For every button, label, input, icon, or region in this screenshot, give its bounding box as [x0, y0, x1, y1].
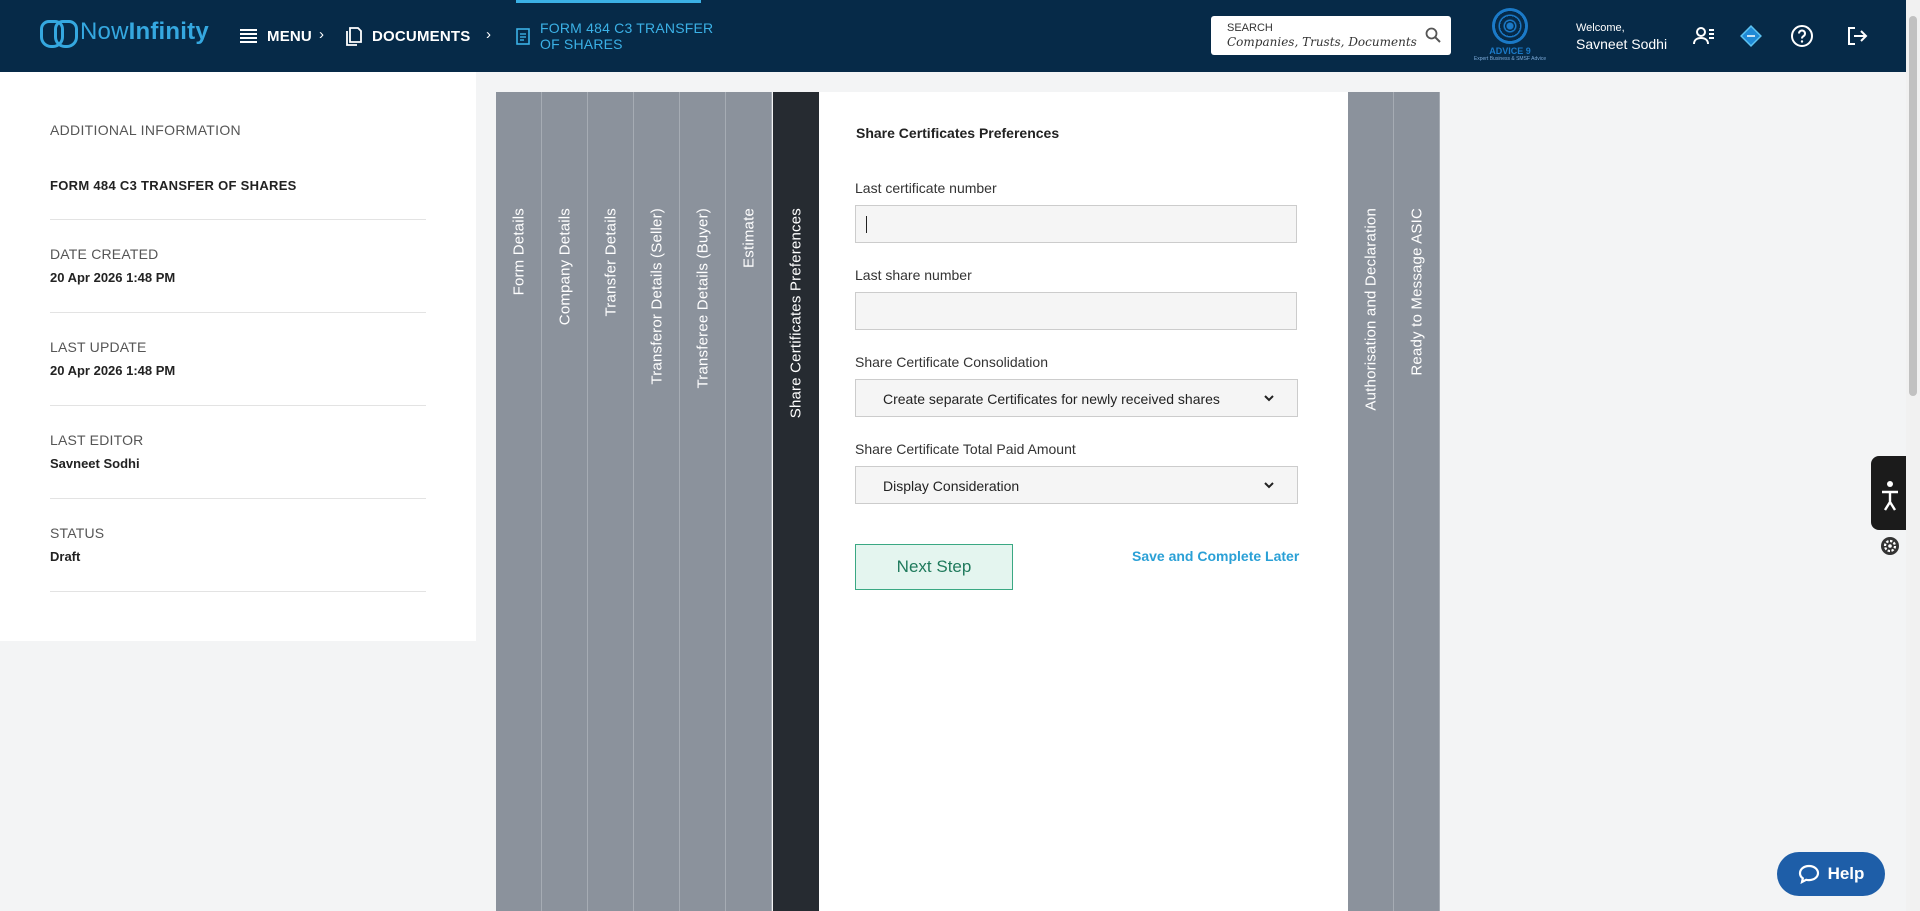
breadcrumb-current-form[interactable]: FORM 484 C3 TRANSFER OF SHARES: [516, 0, 713, 72]
info-value: Savneet Sodhi: [50, 456, 140, 471]
consolidation-select[interactable]: Create separate Certificates for newly r…: [855, 379, 1298, 417]
menu-button[interactable]: MENU: [240, 0, 312, 72]
info-label: DATE CREATED: [50, 246, 159, 262]
info-status: STATUS Draft: [50, 498, 426, 564]
search-icon[interactable]: [1425, 27, 1441, 43]
step-tab-company-details[interactable]: Company Details: [542, 92, 588, 911]
share-certificates-form: Share Certificates Preferences Last cert…: [819, 92, 1348, 911]
consolidation-selected: Create separate Certificates for newly r…: [883, 391, 1220, 407]
breadcrumb-documents[interactable]: DOCUMENTS: [346, 0, 470, 72]
logo-text-infinity: Infinity: [128, 18, 209, 45]
last-certificate-label: Last certificate number: [855, 180, 997, 196]
last-share-input[interactable]: [855, 292, 1297, 330]
additional-info-sidebar: ADDITIONAL INFORMATION FORM 484 C3 TRANS…: [0, 72, 476, 641]
info-last-editor: LAST EDITOR Savneet Sodhi: [50, 405, 426, 471]
info-date-created: DATE CREATED 20 Apr 2026 1:48 PM: [50, 219, 426, 285]
chevron-down-icon: [1264, 395, 1274, 402]
sidebar-title: ADDITIONAL INFORMATION: [50, 122, 241, 138]
hamburger-icon: [240, 29, 257, 43]
consolidation-label: Share Certificate Consolidation: [855, 354, 1048, 370]
paid-amount-selected: Display Consideration: [883, 478, 1020, 494]
scrollbar-thumb[interactable]: [1909, 16, 1917, 396]
paid-amount-label: Share Certificate Total Paid Amount: [855, 441, 1076, 457]
info-last-update: LAST UPDATE 20 Apr 2026 1:48 PM: [50, 312, 426, 378]
step-tab-label: Transferor Details (Seller): [648, 208, 665, 385]
step-tab-transfer-details[interactable]: Transfer Details: [588, 92, 634, 911]
accessibility-toolbar-tab[interactable]: [1871, 456, 1906, 530]
paid-amount-select[interactable]: Display Consideration: [855, 466, 1298, 504]
advice9-brand-logo: ADVICE 9 Expert Business & SMSF Advice: [1470, 8, 1550, 64]
step-tab-label: Company Details: [556, 208, 573, 326]
logo-text-now: Now: [80, 18, 129, 45]
step-tab-transferor-details[interactable]: Transferor Details (Seller): [634, 92, 680, 911]
logout-icon[interactable]: [1845, 24, 1869, 48]
accessibility-icon: [1882, 481, 1898, 511]
step-tab-authorisation-declaration[interactable]: Authorisation and Declaration: [1348, 92, 1394, 911]
nowinfinity-logo[interactable]: NowInfinity: [40, 18, 209, 48]
info-label: STATUS: [50, 525, 105, 541]
sidebar-divider: [50, 591, 426, 592]
step-tab-label: Estimate: [740, 208, 757, 268]
user-manage-icon[interactable]: [1692, 24, 1716, 48]
form-section-title: Share Certificates Preferences: [856, 125, 1060, 141]
breadcrumb-separator: ›: [319, 26, 324, 43]
help-circle-icon[interactable]: [1790, 24, 1814, 48]
step-tab-label: Authorisation and Declaration: [1362, 208, 1379, 411]
gear-icon[interactable]: [1880, 536, 1900, 556]
chat-bubble-icon: [1798, 864, 1819, 884]
diamond-icon[interactable]: [1739, 24, 1763, 48]
current-form-line2: OF SHARES: [540, 36, 623, 52]
info-label: LAST EDITOR: [50, 432, 144, 448]
step-tab-ready-to-message-asic[interactable]: Ready to Message ASIC: [1394, 92, 1440, 911]
info-value: 20 Apr 2026 1:48 PM: [50, 363, 176, 378]
chevron-down-icon: [1264, 482, 1274, 489]
text-caret: [866, 216, 867, 233]
last-certificate-input[interactable]: [855, 205, 1297, 243]
step-tab-transferee-details[interactable]: Transferee Details (Buyer): [680, 92, 726, 911]
brand-name: ADVICE 9: [1489, 46, 1531, 56]
step-tab-label: Transferee Details (Buyer): [694, 208, 711, 389]
last-share-label: Last share number: [855, 267, 972, 283]
current-form-line1: FORM 484 C3 TRANSFER: [540, 20, 714, 36]
welcome-user[interactable]: Welcome, Savneet Sodhi: [1576, 20, 1667, 52]
sidebar-form-name: FORM 484 C3 TRANSFER OF SHARES: [50, 178, 297, 193]
info-label: LAST UPDATE: [50, 339, 147, 355]
breadcrumb-separator: ›: [486, 26, 491, 43]
step-tab-label: Ready to Message ASIC: [1408, 208, 1425, 376]
menu-label: MENU: [267, 27, 312, 45]
welcome-greeting: Welcome,: [1576, 22, 1625, 34]
next-step-button[interactable]: Next Step: [855, 544, 1013, 590]
step-tab-form-details[interactable]: Form Details: [496, 92, 542, 911]
global-search[interactable]: SEARCH Companies, Trusts, Documents: [1211, 16, 1451, 55]
save-and-complete-later-link[interactable]: Save and Complete Later: [1132, 548, 1299, 564]
form-page-icon: [516, 27, 530, 45]
globe-icon: [1492, 8, 1528, 44]
search-label: SEARCH: [1227, 22, 1273, 34]
help-label: Help: [1827, 864, 1865, 883]
help-button[interactable]: Help: [1777, 852, 1885, 896]
welcome-username: Savneet Sodhi: [1576, 36, 1668, 52]
step-tab-label: Form Details: [510, 208, 527, 296]
status-badge: Draft: [50, 549, 81, 564]
search-input[interactable]: Companies, Trusts, Documents: [1227, 35, 1417, 49]
page-scrollbar[interactable]: [1906, 0, 1920, 911]
top-bar: NowInfinity MENU › DOCUMENTS › FORM 484 …: [0, 0, 1920, 72]
step-tab-share-certificates-preferences[interactable]: Share Certificates Preferences: [773, 92, 819, 911]
document-icon: [346, 26, 362, 46]
step-tab-label: Share Certificates Preferences: [787, 208, 805, 419]
step-tab-label: Transfer Details: [602, 208, 619, 317]
documents-label: DOCUMENTS: [372, 27, 471, 45]
info-value: 20 Apr 2026 1:48 PM: [50, 270, 176, 285]
step-tab-estimate[interactable]: Estimate: [726, 92, 772, 911]
brand-tagline: Expert Business & SMSF Advice: [1473, 56, 1547, 62]
logo-mark-icon: [40, 18, 78, 48]
